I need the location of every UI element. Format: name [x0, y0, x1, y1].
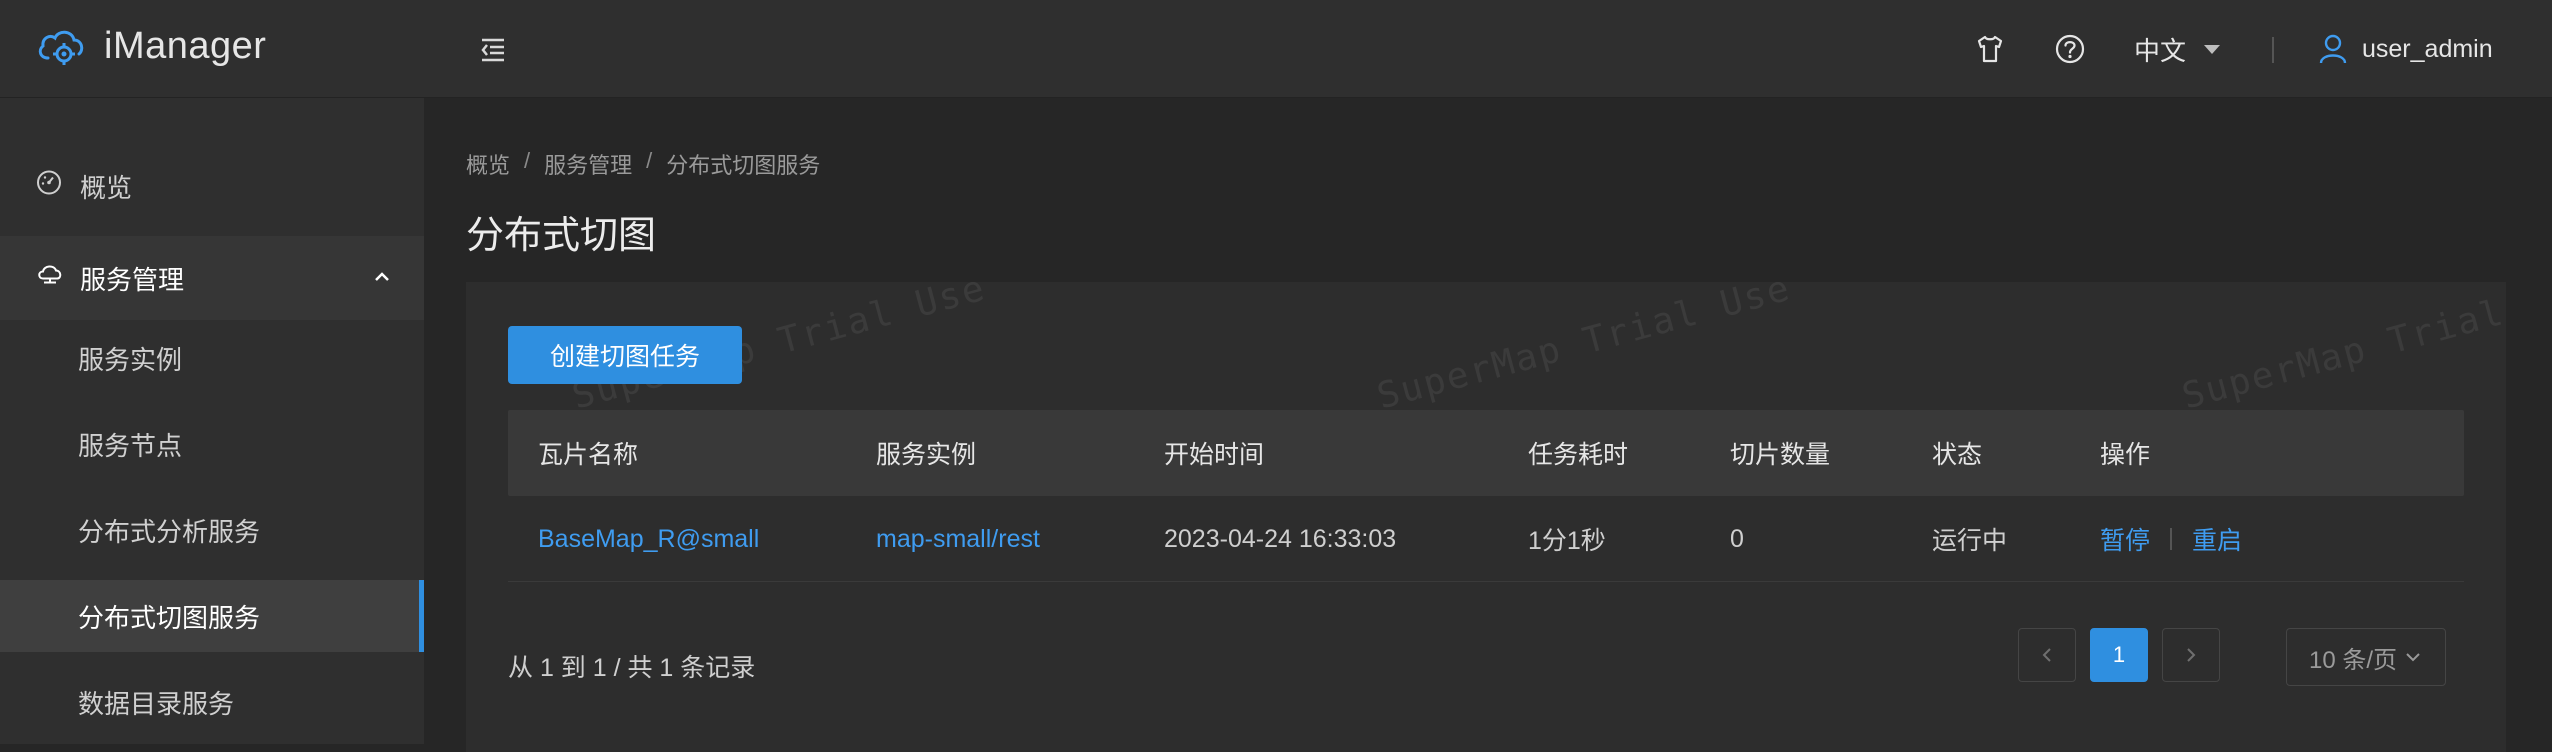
start-time: 2023-04-24 16:33:03 — [1164, 524, 1397, 553]
sidebar-item-label: 服务管理 — [80, 264, 185, 295]
page-size-label: 10 条/页 — [2308, 646, 2398, 674]
sidebar-item-service-instances[interactable]: 服务实例 — [0, 322, 424, 394]
main-content: 概览 / 服务管理 / 分布式切图服务 分布式切图 SuperMap Trial… — [424, 98, 2552, 752]
top-bar: iManager 中文 user_admin — [0, 0, 2552, 98]
help-icon[interactable] — [2054, 0, 2086, 98]
prev-page-button[interactable] — [2018, 628, 2076, 682]
sidebar-item-data-catalog[interactable]: 数据目录服务 — [0, 666, 424, 738]
column-header: 任务耗时 — [1528, 441, 1629, 469]
create-tiling-task-button[interactable]: 创建切图任务 — [508, 326, 742, 384]
watermark: SuperMap Trial Use — [1372, 282, 1796, 418]
sidebar-item-label: 分布式分析服务 — [78, 516, 261, 547]
cloud-gear-icon — [38, 30, 84, 65]
breadcrumb-item[interactable]: 概览 — [466, 148, 510, 180]
task-panel: SuperMap Trial Use SuperMap Trial Use Su… — [466, 282, 2506, 752]
breadcrumb-item: 分布式切图服务 — [666, 153, 821, 178]
table-row: BaseMap_R@small map-small/rest 2023-04-2… — [508, 496, 2464, 582]
watermark: SuperMap Trial Use — [2177, 282, 2506, 418]
user-icon — [2319, 34, 2347, 64]
page-size-select[interactable]: 10 条/页 — [2286, 628, 2446, 686]
sidebar-item-label: 服务节点 — [78, 430, 183, 461]
pause-button[interactable]: 暂停 — [2100, 521, 2150, 557]
sidebar-collapse-icon[interactable] — [476, 32, 510, 66]
action-divider — [2170, 528, 2173, 550]
chevron-right-icon — [2187, 648, 2196, 662]
next-page-button[interactable] — [2162, 628, 2220, 682]
app-logo[interactable]: iManager — [36, 24, 266, 68]
username: user_admin — [2362, 34, 2493, 63]
page-number-button[interactable]: 1 — [2090, 628, 2148, 682]
breadcrumb-separator: / — [524, 148, 531, 173]
sidebar-item-label: 数据目录服务 — [78, 688, 235, 719]
column-header: 服务实例 — [876, 441, 977, 469]
sidebar-item-service-nodes[interactable]: 服务节点 — [0, 408, 424, 480]
header-divider — [2272, 37, 2274, 63]
page-title: 分布式切图 — [466, 215, 657, 257]
status-text: 运行中 — [1932, 527, 2008, 555]
chevron-up-icon — [372, 263, 392, 294]
theme-icon[interactable] — [1974, 0, 2006, 98]
sidebar-item-label: 概览 — [80, 172, 133, 203]
column-header: 操作 — [2100, 441, 2151, 469]
breadcrumb-item[interactable]: 服务管理 — [544, 148, 632, 180]
records-summary: 从 1 到 1 / 共 1 条记录 — [508, 654, 756, 682]
column-header: 切片数量 — [1730, 441, 1831, 469]
table-header: 瓦片名称 服务实例 开始时间 任务耗时 切片数量 状态 操作 — [508, 410, 2464, 496]
sidebar-item-label: 服务实例 — [78, 344, 183, 375]
sidebar-item-distributed-tiling[interactable]: 分布式切图服务 — [0, 580, 424, 652]
dashboard-icon — [36, 170, 62, 203]
app-title: iManager — [104, 24, 267, 67]
sidebar-item-distributed-analysis[interactable]: 分布式分析服务 — [0, 494, 424, 566]
breadcrumb-separator: / — [646, 148, 653, 173]
sidebar-item-overview[interactable]: 概览 — [0, 150, 424, 222]
cloud-service-icon — [36, 262, 64, 295]
service-instance-link[interactable]: map-small/rest — [876, 496, 1040, 582]
column-header: 瓦片名称 — [538, 441, 639, 469]
tile-count: 0 — [1730, 524, 1744, 553]
breadcrumb: 概览 / 服务管理 / 分布式切图服务 — [466, 148, 820, 180]
column-header: 状态 — [1932, 441, 1983, 469]
tile-name-link[interactable]: BaseMap_R@small — [538, 496, 759, 582]
language-label: 中文 — [2134, 35, 2187, 66]
caret-down-icon — [2204, 45, 2221, 54]
user-menu[interactable]: user_admin — [2318, 0, 2493, 98]
language-selector[interactable]: 中文 — [2134, 0, 2224, 98]
restart-button[interactable]: 重启 — [2192, 521, 2242, 557]
sidebar: 概览 服务管理 服务实例 服务节点 分布式分析服务 分布式切图服务 数据目录服务 — [0, 98, 424, 744]
sidebar-item-service-management[interactable]: 服务管理 — [0, 236, 424, 320]
task-duration: 1分1秒 — [1528, 527, 1606, 555]
chevron-left-icon — [2042, 648, 2051, 662]
column-header: 开始时间 — [1164, 441, 1265, 469]
sidebar-item-label: 分布式切图服务 — [78, 602, 261, 633]
row-actions: 暂停 重启 — [2100, 496, 2242, 582]
chevron-down-icon — [2406, 653, 2420, 662]
